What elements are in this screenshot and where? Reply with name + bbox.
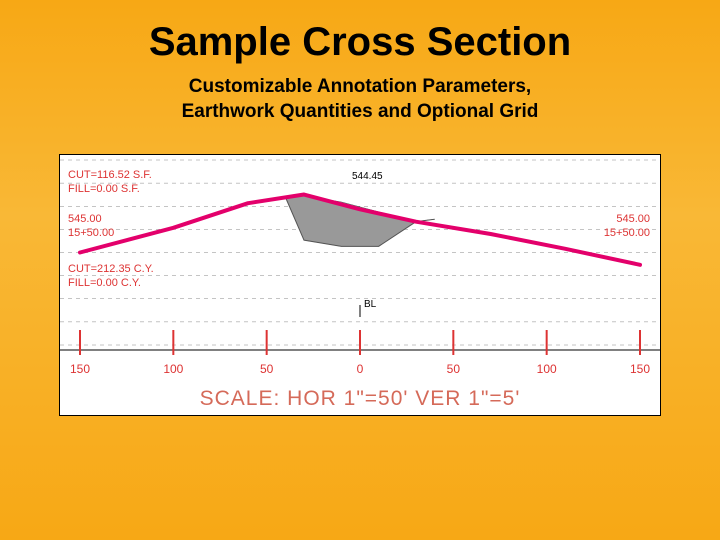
left-elev-label: 545.00: [68, 213, 102, 227]
tick-label: 50: [447, 362, 461, 376]
subtitle-line-2: Earthwork Quantities and Optional Grid: [182, 101, 539, 122]
tick-label: 50: [260, 362, 274, 376]
centerline-elev-label: 544.45: [352, 171, 383, 182]
tick-label: 100: [163, 362, 183, 376]
scale-text: SCALE: HOR 1"=50' VER 1"=5': [60, 387, 660, 411]
subtitle-line-1: Customizable Annotation Parameters,: [189, 76, 531, 97]
fill-sf-label: FILL=0.00 S.F.: [68, 183, 140, 197]
baseline-label: BL: [364, 299, 377, 310]
page-subtitle: Customizable Annotation Parameters, Eart…: [0, 75, 720, 124]
tick-label: 150: [630, 362, 650, 376]
page-title: Sample Cross Section: [0, 0, 720, 65]
tick-label: 0: [357, 362, 364, 376]
cut-sf-label: CUT=116.52 S.F.: [68, 169, 152, 183]
left-station-label: 15+50.00: [68, 227, 114, 241]
right-elev-label: 545.00: [616, 213, 650, 227]
right-station-label: 15+50.00: [604, 227, 650, 241]
plot-svg: BL 150 100 50 0 50 100 150: [60, 155, 660, 415]
cross-section-plot: BL 150 100 50 0 50 100 150 CUT=116.52 S.F. FILL…: [59, 154, 661, 416]
cut-cy-label: CUT=212.35 C.Y.: [68, 263, 154, 277]
tick-label: 100: [537, 362, 557, 376]
fill-cy-label: FILL=0.00 C.Y.: [68, 277, 141, 291]
tick-label: 150: [70, 362, 90, 376]
